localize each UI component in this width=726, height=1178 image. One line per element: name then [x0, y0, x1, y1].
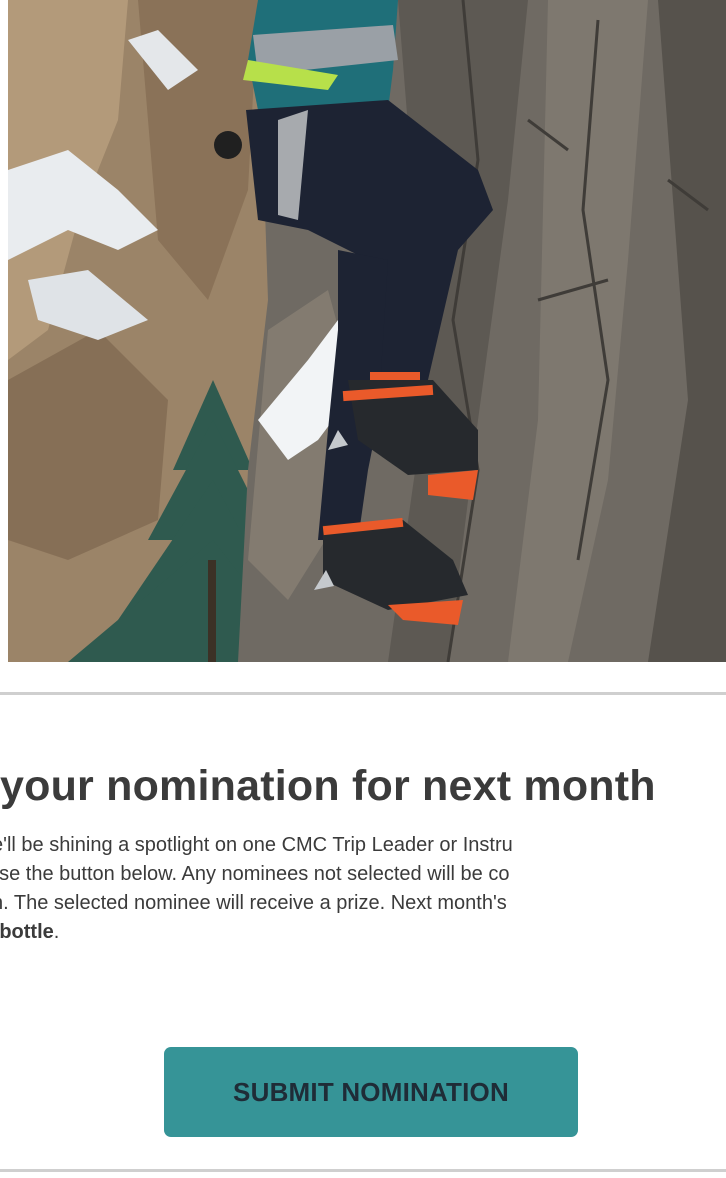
email-page: your nomination for next month e'll be s… [0, 0, 726, 1178]
nomination-body: e'll be shining a spotlight on one CMC T… [0, 831, 726, 947]
body-line-3: n. The selected nominee will receive a p… [0, 892, 507, 914]
hero-photo [8, 0, 726, 662]
section-divider-top [0, 692, 726, 695]
prize-suffix: . [53, 921, 60, 943]
body-line-4: r bottle. [0, 918, 726, 947]
body-line-1: e'll be shining a spotlight on one CMC T… [0, 834, 513, 856]
prize-name: r bottle [0, 921, 54, 943]
body-line-2: use the button below. Any nominees not s… [0, 863, 510, 885]
submit-nomination-button[interactable]: SUBMIT NOMINATION [164, 1047, 578, 1137]
section-divider-bottom [0, 1169, 726, 1172]
climber-illustration [8, 0, 726, 662]
nomination-headline: your nomination for next month [0, 762, 656, 810]
